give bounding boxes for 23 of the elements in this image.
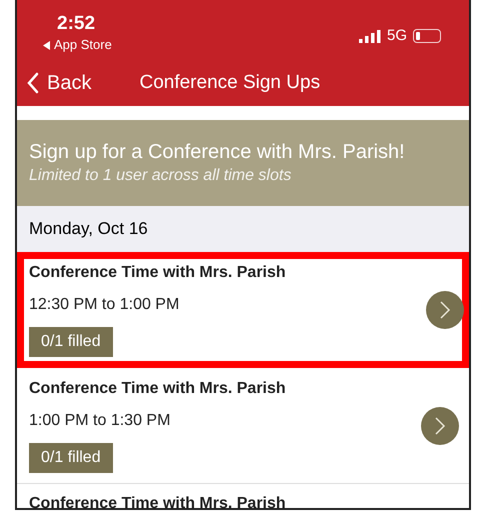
chevron-right-icon [439, 300, 451, 320]
back-button[interactable]: Back [27, 68, 92, 98]
banner-subtitle: Limited to 1 user across all time slots [29, 166, 292, 186]
section-date: Monday, Oct 16 [29, 218, 148, 240]
chevron-button[interactable] [421, 406, 459, 444]
chevron-right-icon [434, 416, 446, 436]
page-title: Conference Sign Ups [139, 70, 320, 95]
filled-badge: 0/1 filled [29, 442, 113, 472]
chevron-button[interactable] [426, 291, 464, 329]
chevron-left-icon [27, 72, 39, 94]
slot-time: 12:30 PM to 1:00 PM [29, 295, 180, 315]
network-label: 5G [386, 26, 407, 46]
signal-icon [358, 30, 381, 43]
filled-badge: 0/1 filled [29, 327, 113, 357]
battery-icon [413, 29, 441, 44]
slot-title: Conference Time with Mrs. Parish [29, 263, 286, 283]
back-triangle-icon [43, 40, 51, 50]
slot-title: Conference Time with Mrs. Parish [29, 494, 286, 508]
app-store-link[interactable]: App Store [43, 36, 112, 54]
slot-time: 1:00 PM to 1:30 PM [29, 410, 170, 430]
slot-title: Conference Time with Mrs. Parish [29, 378, 286, 398]
banner-title: Sign up for a Conference with Mrs. Parish! [29, 140, 406, 165]
status-time: 2:52 [56, 12, 96, 36]
